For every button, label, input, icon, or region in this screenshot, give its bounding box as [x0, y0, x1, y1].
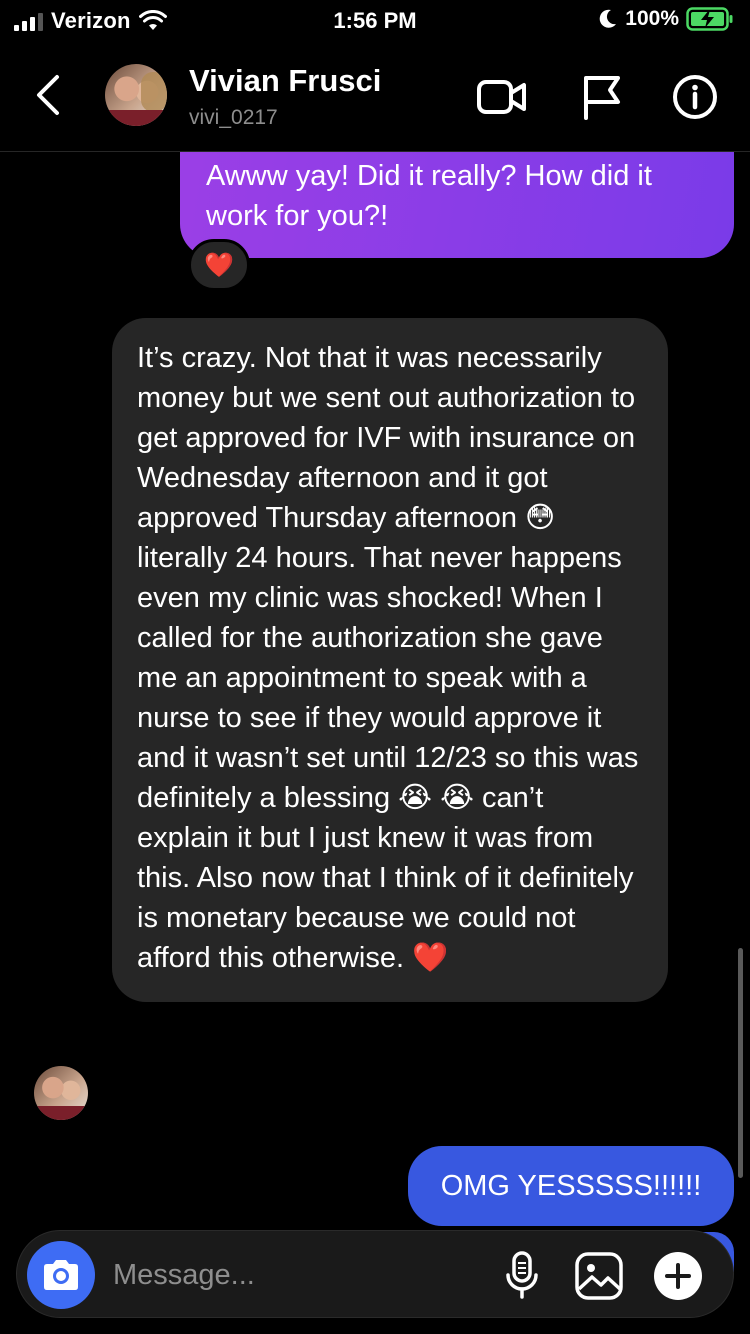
- outgoing-message[interactable]: OMG YESSSSS!!!!!!: [408, 1146, 734, 1226]
- message-text: OMG YESSSSS!!!!!!: [440, 1170, 702, 1202]
- status-bar: Verizon 1:56 PM 100%: [0, 0, 750, 40]
- back-chevron-icon: [37, 75, 59, 115]
- flag-icon: [584, 76, 620, 120]
- scroll-indicator: [738, 948, 743, 1178]
- report-flag-button[interactable]: [574, 72, 628, 122]
- contact-name[interactable]: Vivian Frusci: [189, 63, 381, 99]
- message-input[interactable]: [113, 1255, 493, 1295]
- gallery-button[interactable]: [572, 1249, 626, 1303]
- message-composer: [16, 1230, 734, 1318]
- microphone-icon: [506, 1251, 538, 1299]
- contact-avatar[interactable]: [105, 64, 167, 126]
- camera-icon: [44, 1260, 78, 1290]
- incoming-message[interactable]: It’s crazy. Not that it was necessarily …: [112, 318, 668, 1002]
- outgoing-message[interactable]: Awww yay! Did it really? How did it work…: [180, 136, 734, 258]
- info-button[interactable]: [668, 72, 722, 122]
- contact-username[interactable]: vivi_0217: [189, 106, 278, 130]
- heart-reaction[interactable]: ❤️: [188, 239, 250, 291]
- add-button[interactable]: [651, 1249, 705, 1303]
- gallery-icon: [575, 1252, 623, 1300]
- moon-icon: [600, 9, 617, 28]
- message-text: Awww yay! Did it really? How did it work…: [206, 160, 652, 232]
- camera-button[interactable]: [27, 1241, 95, 1309]
- sender-avatar[interactable]: [34, 1066, 88, 1120]
- heart-reaction-emoji: ❤️: [204, 251, 234, 279]
- message-text: It’s crazy. Not that it was necessarily …: [137, 342, 639, 974]
- chat-header: Vivian Frusci vivi_0217: [0, 42, 750, 152]
- voice-message-button[interactable]: [495, 1249, 549, 1303]
- add-icon: [654, 1252, 702, 1300]
- video-call-button[interactable]: [475, 72, 529, 122]
- info-icon: [673, 75, 717, 119]
- battery-charging-icon: [686, 7, 733, 31]
- video-call-icon: [477, 80, 526, 114]
- battery-percent: 100%: [625, 7, 679, 30]
- status-right: 100%: [598, 7, 734, 31]
- back-button[interactable]: [28, 72, 68, 118]
- dm-thread-screen: Verizon 1:56 PM 100% Vivian Frusci vivi_…: [0, 0, 750, 1334]
